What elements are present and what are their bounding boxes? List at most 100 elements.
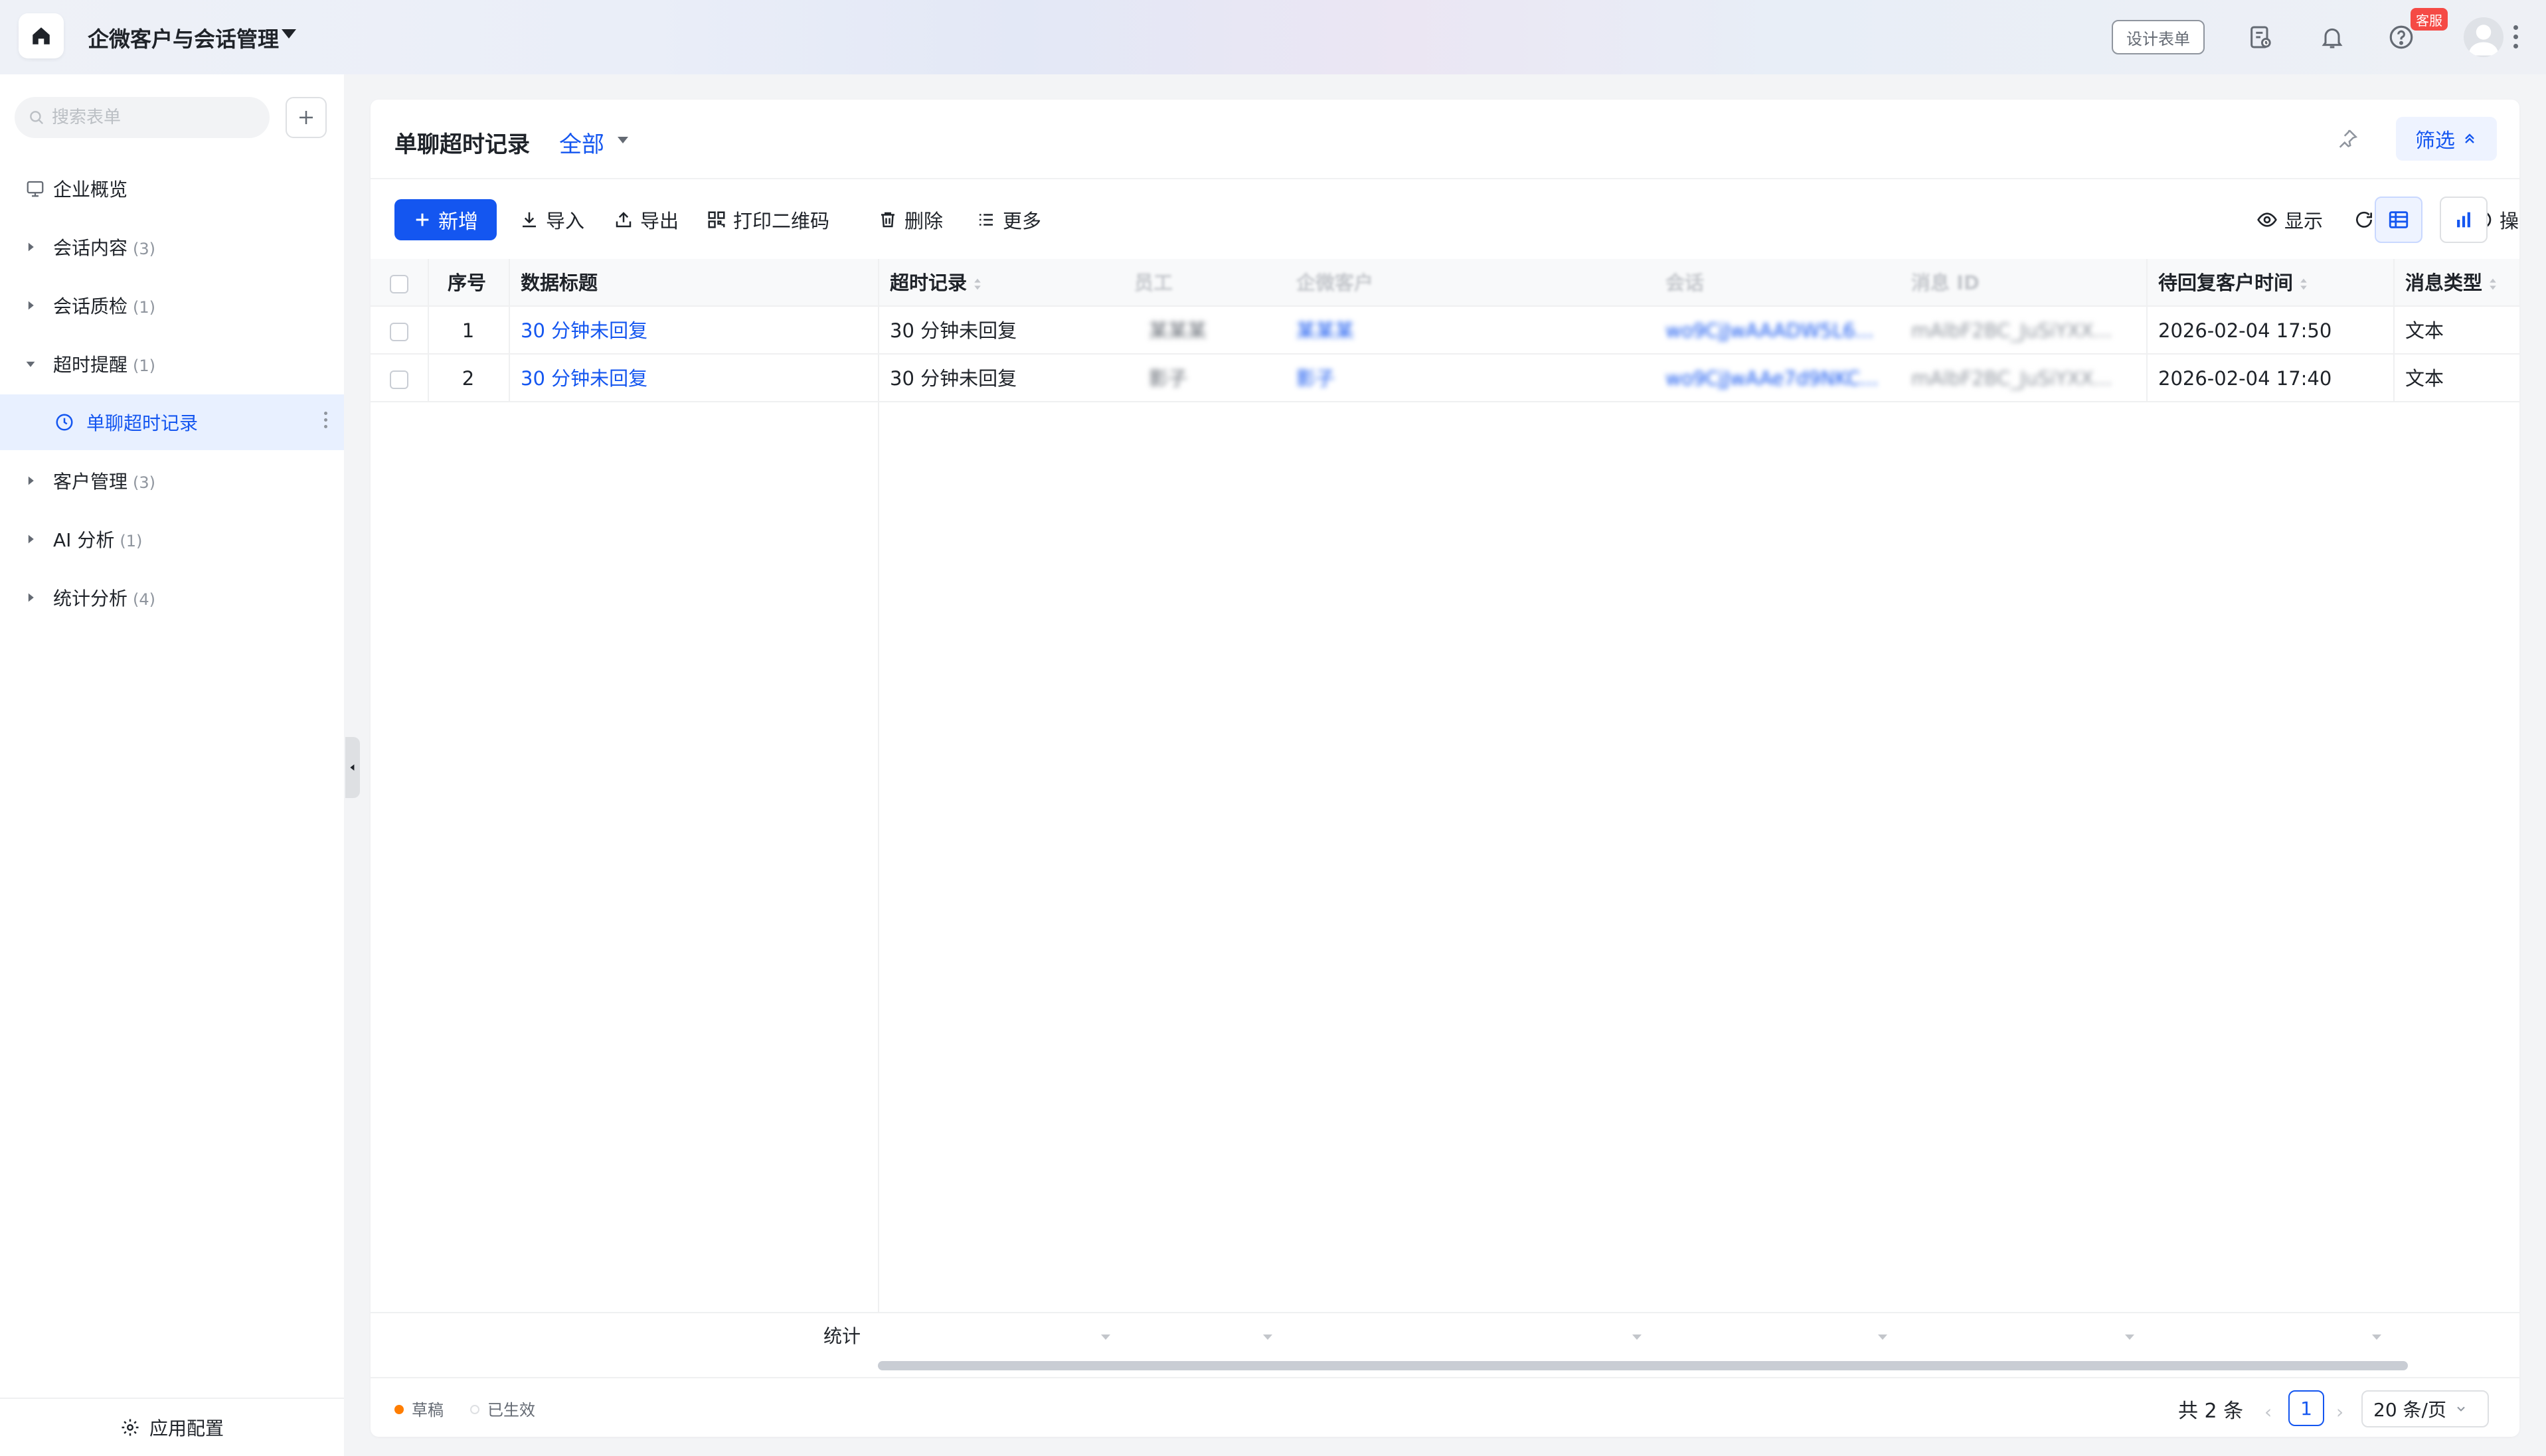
design-form-button[interactable]: 设计表单 [2112, 20, 2205, 54]
row-checkbox[interactable] [371, 307, 428, 355]
stat-dropdown-icon[interactable] [1101, 1335, 1110, 1340]
stat-dropdown-icon[interactable] [2125, 1335, 2134, 1340]
add-form-button[interactable] [286, 97, 327, 138]
bar-chart-icon [2457, 212, 2470, 228]
column-header[interactable]: 员工 [1122, 259, 1284, 307]
display-button[interactable]: 显示 [2256, 199, 2323, 240]
avatar[interactable] [2464, 17, 2504, 57]
gear-icon [122, 1419, 139, 1436]
column-header[interactable]: 待回复客户时间 [2146, 259, 2393, 307]
view-caret-icon[interactable] [618, 137, 628, 143]
more-label: 更多 [1003, 210, 1042, 232]
sidebar-item-single-chat-timeout[interactable]: 单聊超时记录 [0, 394, 344, 450]
table-view-toggle[interactable] [2375, 197, 2422, 243]
delete-button[interactable]: 删除 [878, 199, 943, 240]
table-icon [2389, 211, 2409, 228]
sidebar-item-session-qc[interactable]: 会话质检 (1) [0, 278, 344, 333]
prev-page-icon[interactable]: ‹ [2264, 1401, 2272, 1423]
divider [371, 178, 2519, 179]
caret-right-icon [28, 534, 34, 544]
column-header[interactable]: 数据标题 [509, 259, 878, 307]
plus-icon [299, 111, 313, 124]
customer-link[interactable]: 某某某 [1284, 307, 1654, 355]
customer-link[interactable]: 影子 [1284, 355, 1654, 402]
chart-view-toggle[interactable] [2440, 197, 2488, 243]
filter-button[interactable]: 筛选 [2396, 117, 2497, 161]
sidebar-item-label: 客户管理 (3) [53, 471, 156, 493]
column-divider [428, 259, 429, 402]
sidebar: 搜索表单 企业概览 会话内容 (3) 会话质检 (1) 超时提醒 (1) 单聊超时记录… [0, 74, 344, 1456]
caret-right-icon [28, 476, 34, 485]
sidebar-item-label: 会话内容 (3) [53, 237, 156, 259]
record-title-link[interactable]: 30 分钟未回复 [509, 355, 878, 402]
download-icon [523, 212, 536, 228]
column-header[interactable]: 超时记录 [878, 259, 1122, 307]
row-number: 2 [462, 367, 475, 390]
sidebar-collapse-handle[interactable] [345, 737, 360, 798]
form-icon[interactable] [2245, 21, 2276, 53]
page-title: 单聊超时记录 [394, 131, 530, 158]
message-id-cell: mAlbF2BC_JuSiYXX... [1911, 367, 2112, 390]
column-header[interactable]: 消息类型 [2393, 259, 2519, 307]
session-link[interactable]: wo9CjJwAAe7d9NKC... [1654, 355, 1899, 402]
view-selector[interactable]: 全部 [559, 126, 604, 159]
search-input[interactable]: 搜索表单 [15, 97, 270, 138]
app-title[interactable]: 企微客户与会话管理 [88, 23, 279, 53]
stat-dropdown-icon[interactable] [2372, 1335, 2381, 1340]
sidebar-item-overview[interactable]: 企业概览 [0, 161, 344, 216]
page-1-button[interactable]: 1 [2288, 1390, 2324, 1426]
stat-dropdown-icon[interactable] [1878, 1335, 1887, 1340]
bell-icon[interactable] [2316, 21, 2348, 53]
more-button[interactable]: 更多 [976, 199, 1041, 240]
home-icon [33, 27, 50, 44]
filter-label: 筛选 [2415, 129, 2455, 153]
print-qr-button[interactable]: 打印二维码 [707, 199, 829, 240]
sort-icon[interactable] [974, 277, 981, 291]
refresh-icon [2356, 211, 2372, 228]
message-type-cell: 文本 [2405, 319, 2444, 342]
sidebar-item-timeout-reminder[interactable]: 超时提醒 (1) [0, 336, 344, 392]
add-record-button[interactable]: 新增 [394, 199, 497, 240]
column-header[interactable]: 企微客户 [1284, 259, 1654, 307]
import-button[interactable]: 导入 [519, 199, 584, 240]
app-config-button[interactable]: 应用配置 [0, 1398, 344, 1456]
sidebar-item-statistics[interactable]: 统计分析 (4) [0, 570, 344, 625]
sidebar-item-label: 统计分析 (4) [53, 588, 156, 609]
column-divider [2393, 259, 2395, 402]
sidebar-item-session-content[interactable]: 会话内容 (3) [0, 219, 344, 275]
stat-dropdown-icon[interactable] [1263, 1335, 1272, 1340]
sidebar-item-label: 会话质检 (1) [53, 295, 156, 317]
column-header: 序号 [448, 272, 487, 294]
item-more-icon[interactable] [324, 412, 329, 432]
clock-icon [56, 414, 73, 431]
effective-legend: 已生效 [487, 1401, 535, 1419]
page-size-select[interactable]: 20 条/页 [2361, 1390, 2489, 1427]
row-checkbox[interactable] [371, 355, 428, 402]
effective-dot-icon [470, 1405, 479, 1414]
column-header[interactable]: 会话 [1654, 259, 1899, 307]
sort-icon[interactable] [2489, 277, 2497, 291]
app-switch-caret-icon[interactable] [282, 29, 296, 39]
next-page-icon[interactable]: › [2336, 1401, 2343, 1423]
export-button[interactable]: 导出 [614, 199, 679, 240]
select-all-checkbox[interactable] [371, 259, 428, 307]
stat-dropdown-icon[interactable] [1632, 1335, 1642, 1340]
sidebar-item-customer-management[interactable]: 客户管理 (3) [0, 453, 344, 509]
user-icon [2468, 25, 2499, 56]
sidebar-item-ai-analysis[interactable]: AI 分析 (1) [0, 511, 344, 567]
caret-right-icon [28, 242, 34, 252]
toolbar: 新增 导入 导出 打印二维码 删除 更多 刷新 操作记录 [394, 199, 2519, 242]
horizontal-scrollbar[interactable] [878, 1361, 2408, 1370]
home-button[interactable] [19, 13, 64, 58]
print-qr-label: 打印二维码 [733, 210, 830, 232]
draft-dot-icon [394, 1405, 404, 1414]
record-title-link[interactable]: 30 分钟未回复 [509, 307, 878, 355]
session-link[interactable]: wo9CjJwAAADW5L6... [1654, 307, 1899, 355]
table-row[interactable]: 2 30 分钟未回复 30 分钟未回复 影子 影子 wo9CjJwAAe7d9N… [371, 355, 2519, 402]
sort-icon[interactable] [2300, 277, 2308, 291]
pin-icon[interactable] [2336, 127, 2359, 150]
chevron-up-icon [2465, 133, 2474, 143]
table-row[interactable]: 1 30 分钟未回复 30 分钟未回复 某某某 某某某 wo9CjJwAAADW… [371, 307, 2519, 355]
column-header[interactable]: 消息 ID [1899, 259, 2146, 307]
more-menu-icon[interactable] [2511, 23, 2519, 52]
